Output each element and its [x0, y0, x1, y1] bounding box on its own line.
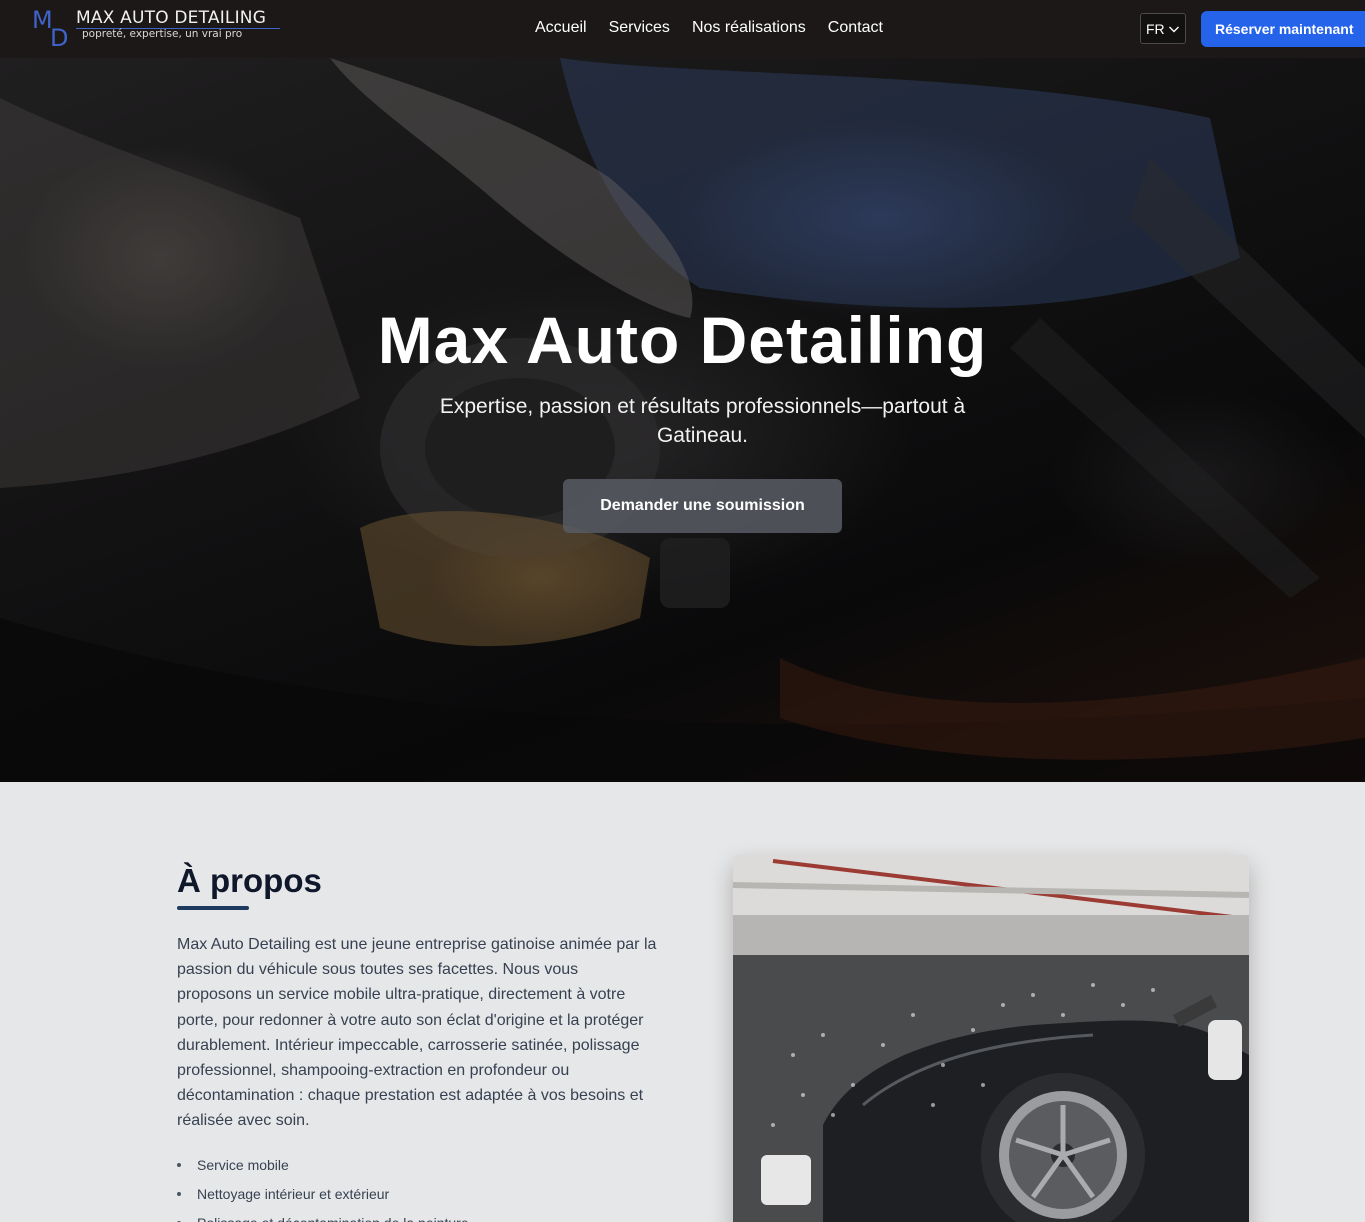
logo[interactable]: M D MAX AUTO DETAILING popreté, expertis…: [32, 6, 292, 52]
nav-contact[interactable]: Contact: [828, 19, 883, 37]
hero-section: Max Auto Detailing Expertise, passion et…: [0, 58, 1365, 782]
list-item: Nettoyage intérieur et extérieur: [177, 1184, 469, 1213]
nav-realisations[interactable]: Nos réalisations: [692, 19, 806, 37]
hero-title: Max Auto Detailing: [377, 303, 988, 377]
hero-subtitle: Expertise, passion et résultats professi…: [439, 395, 966, 447]
logo-title: MAX AUTO DETAILING: [76, 8, 267, 28]
book-now-button[interactable]: Réserver maintenant: [1201, 11, 1365, 47]
logo-tagline: popreté, expertise, un vrai pro: [82, 28, 243, 40]
list-item: Polissage et décontamination de la peint…: [177, 1213, 469, 1222]
language-select[interactable]: FR: [1140, 13, 1186, 44]
chevron-down-icon: [1168, 26, 1179, 32]
about-title: À propos: [177, 862, 322, 899]
nav-services[interactable]: Services: [609, 19, 670, 37]
car-wash-illustration: [733, 855, 1249, 1222]
about-title-underline: [177, 906, 249, 910]
site-header: M D MAX AUTO DETAILING popreté, expertis…: [0, 0, 1365, 58]
about-feature-list: Service mobile Nettoyage intérieur et ex…: [177, 1155, 469, 1222]
list-item: Service mobile: [177, 1155, 469, 1184]
about-text: Max Auto Detailing est une jeune entrepr…: [177, 936, 657, 1130]
language-value: FR: [1146, 20, 1165, 37]
nav-accueil[interactable]: Accueil: [535, 19, 587, 37]
request-quote-button[interactable]: Demander une soumission: [563, 479, 842, 533]
main-nav: Accueil Services Nos réalisations Contac…: [535, 19, 883, 37]
car-wash-image: [733, 855, 1249, 1222]
logo-letter-d: D: [50, 24, 69, 52]
